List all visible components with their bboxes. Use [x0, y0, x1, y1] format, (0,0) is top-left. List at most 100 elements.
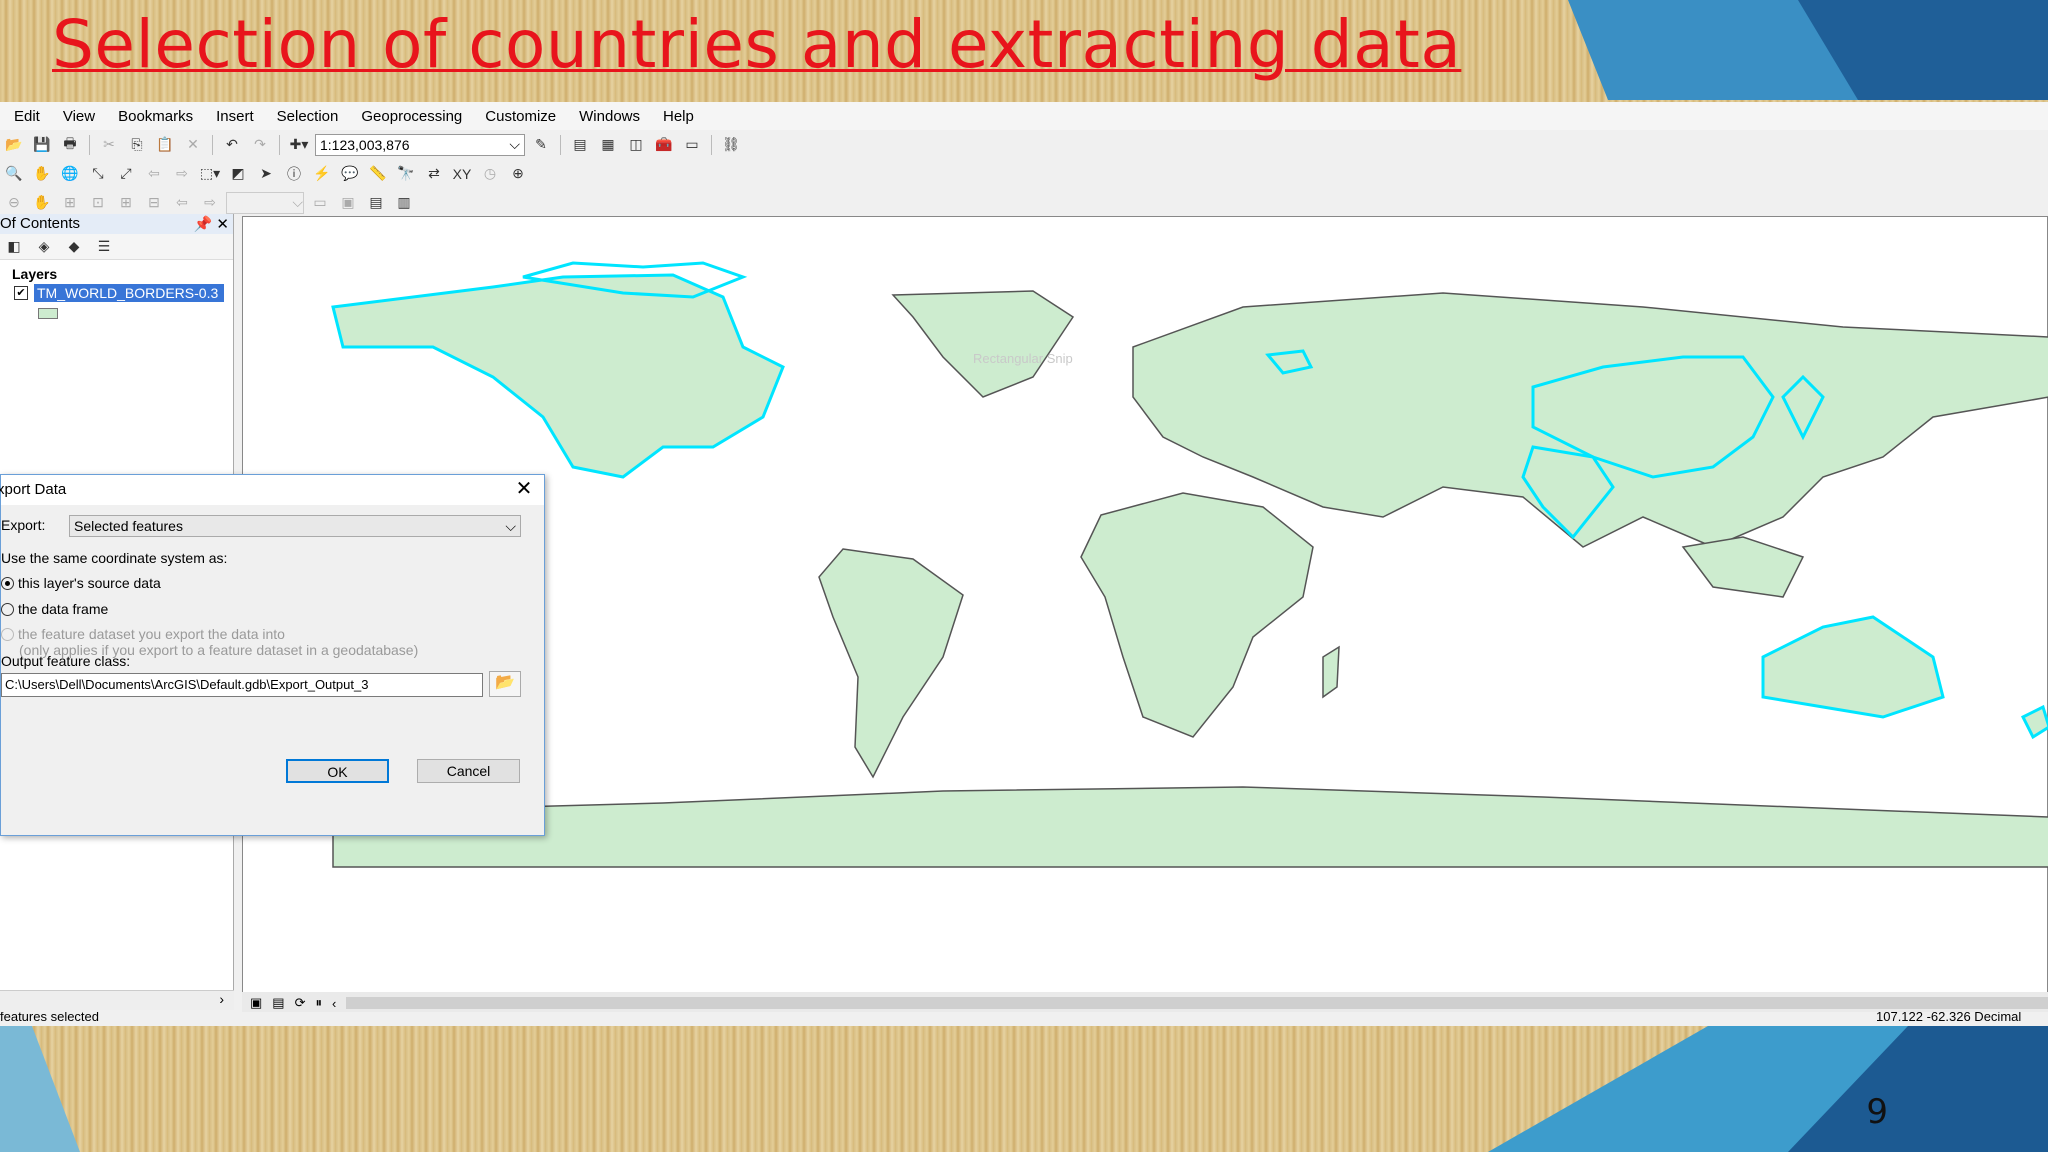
- table-icon[interactable]: ▤: [568, 134, 592, 156]
- catalog-icon[interactable]: ▦: [596, 134, 620, 156]
- status-coordinates: 107.122 -62.326 Decimal Degrees: [1876, 1012, 2022, 1026]
- layout-back-icon[interactable]: ⇦: [170, 192, 194, 214]
- undo-icon[interactable]: ↶: [220, 134, 244, 156]
- radio-source-data[interactable]: this layer's source data: [1, 575, 161, 591]
- menu-customize[interactable]: Customize: [485, 108, 556, 125]
- menu-geoprocessing[interactable]: Geoprocessing: [361, 108, 462, 125]
- menu-edit[interactable]: Edit: [14, 108, 40, 125]
- export-select[interactable]: Selected features ⌵: [69, 515, 521, 537]
- map-scrollbar[interactable]: ▣ ▤ ⟳ ⏸ ‹: [242, 992, 2048, 1014]
- clear-selection-icon[interactable]: ◩: [226, 163, 250, 185]
- pause-drawing-icon[interactable]: ⏸: [316, 995, 323, 1011]
- hyperlink-icon[interactable]: ⚡: [310, 163, 334, 185]
- select-elements-icon[interactable]: ➤: [254, 163, 278, 185]
- page-number: 9: [1866, 1092, 1888, 1132]
- back-icon[interactable]: ⇦: [142, 163, 166, 185]
- python-icon[interactable]: ▭: [680, 134, 704, 156]
- radio-feature-dataset[interactable]: the feature dataset you export the data …: [1, 626, 285, 642]
- go-to-xy-icon[interactable]: XY: [450, 163, 474, 185]
- radio-button[interactable]: [1, 603, 14, 616]
- measure-icon[interactable]: 📏: [366, 163, 390, 185]
- zoom-whole-page-icon[interactable]: ⊞: [58, 192, 82, 214]
- radio-feature-dataset-label: the feature dataset you export the data …: [18, 626, 285, 642]
- find-route-icon[interactable]: ⇄: [422, 163, 446, 185]
- fixed-zoom-in-icon[interactable]: ⤡: [86, 163, 110, 185]
- menu-windows[interactable]: Windows: [579, 108, 640, 125]
- status-selected-count: features selected: [0, 1012, 100, 1024]
- select-features-icon[interactable]: ⬚▾: [198, 163, 222, 185]
- layer-row[interactable]: ✔ TM_WORLD_BORDERS-0.3: [14, 284, 233, 302]
- time-slider-icon[interactable]: ◷: [478, 163, 502, 185]
- delete-icon[interactable]: ✕: [181, 134, 205, 156]
- radio-button[interactable]: [1, 628, 14, 641]
- dialog-titlebar: Export Data ✕: [0, 475, 544, 505]
- layer-symbol-swatch[interactable]: [38, 308, 58, 319]
- cancel-button[interactable]: Cancel: [417, 759, 520, 783]
- layer-checkbox[interactable]: ✔: [14, 286, 28, 300]
- close-icon[interactable]: ✕: [504, 479, 544, 505]
- status-bar: features selected 107.122 -62.326 Decima…: [0, 1012, 2048, 1026]
- radio-data-frame[interactable]: the data frame: [1, 601, 108, 617]
- redo-icon[interactable]: ↷: [248, 134, 272, 156]
- fixed-zoom-out-icon[interactable]: ⤢: [114, 163, 138, 185]
- print-icon[interactable]: 🖶: [58, 134, 82, 156]
- add-data-icon[interactable]: ✚▾: [287, 134, 311, 156]
- map-scale-combo[interactable]: 1:123,003,876 ⌵: [315, 133, 525, 156]
- scroll-left-icon[interactable]: ‹: [332, 996, 336, 1011]
- menu-selection[interactable]: Selection: [277, 108, 339, 125]
- paste-icon[interactable]: 📋: [153, 134, 177, 156]
- modelbuilder-icon[interactable]: ⛓: [719, 134, 743, 156]
- arctoolbox-icon[interactable]: 🧰: [652, 134, 676, 156]
- list-by-visibility-icon[interactable]: ◆: [62, 236, 86, 258]
- list-by-source-icon[interactable]: ◈: [32, 236, 56, 258]
- folder-open-icon[interactable]: 📂: [489, 671, 521, 697]
- zoom-percent-combo[interactable]: ⌵: [226, 191, 304, 214]
- magnifier-icon[interactable]: ⊕: [506, 163, 530, 185]
- radio-button[interactable]: [1, 577, 14, 590]
- antarctica: [332, 786, 2048, 868]
- dialog-title: Export Data: [0, 481, 67, 498]
- save-icon[interactable]: 💾: [30, 134, 54, 156]
- layout-pan-icon[interactable]: ✋: [30, 192, 54, 214]
- open-icon[interactable]: 📂: [2, 134, 26, 156]
- menu-help[interactable]: Help: [663, 108, 694, 125]
- layout-fixed-out-icon[interactable]: ⊟: [142, 192, 166, 214]
- layout-forward-icon[interactable]: ⇨: [198, 192, 222, 214]
- list-by-drawing-order-icon[interactable]: ◧: [2, 236, 26, 258]
- layers-group[interactable]: Layers: [0, 260, 233, 282]
- layer-name[interactable]: TM_WORLD_BORDERS-0.3: [34, 284, 224, 302]
- data-view-icon[interactable]: ▣: [250, 995, 262, 1011]
- output-path-field[interactable]: C:\Users\Dell\Documents\ArcGIS\Default.g…: [1, 673, 483, 697]
- search-window-icon[interactable]: ◫: [624, 134, 648, 156]
- zoom-out-icon[interactable]: 🔍: [2, 163, 26, 185]
- export-selected-value: Selected features: [74, 518, 183, 534]
- focus-frame-icon[interactable]: ▣: [336, 192, 360, 214]
- zoom-100-icon[interactable]: ⊡: [86, 192, 110, 214]
- cut-icon[interactable]: ✂: [97, 134, 121, 156]
- editor-icon[interactable]: ✎: [529, 134, 553, 156]
- slide-title: Selection of countries and extracting da…: [52, 6, 1462, 83]
- html-popup-icon[interactable]: 💬: [338, 163, 362, 185]
- menu-view[interactable]: View: [63, 108, 95, 125]
- pan-icon[interactable]: ✋: [30, 163, 54, 185]
- coord-system-label: Use the same coordinate system as:: [1, 550, 228, 566]
- find-icon[interactable]: 🔭: [394, 163, 418, 185]
- identify-icon[interactable]: ⓘ: [282, 163, 306, 185]
- layout-zoom-icon[interactable]: ⊖: [2, 192, 26, 214]
- menu-insert[interactable]: Insert: [216, 108, 254, 125]
- layout-fixed-in-icon[interactable]: ⊞: [114, 192, 138, 214]
- menu-bookmarks[interactable]: Bookmarks: [118, 108, 193, 125]
- ok-button[interactable]: OK: [286, 759, 389, 783]
- layout-view-icon[interactable]: ▤: [272, 995, 284, 1011]
- full-extent-icon[interactable]: 🌐: [58, 163, 82, 185]
- data-driven-pages-icon[interactable]: ▥: [392, 192, 416, 214]
- pin-icon[interactable]: 📌 ✕: [194, 215, 229, 234]
- scroll-track[interactable]: [346, 997, 2048, 1009]
- copy-icon[interactable]: ⎘: [125, 134, 149, 156]
- toc-scrollbar[interactable]: ›: [0, 990, 234, 1010]
- toggle-draft-icon[interactable]: ▭: [308, 192, 332, 214]
- refresh-icon[interactable]: ⟳: [295, 995, 306, 1011]
- list-by-selection-icon[interactable]: ☰: [92, 236, 116, 258]
- forward-icon[interactable]: ⇨: [170, 163, 194, 185]
- change-layout-icon[interactable]: ▤: [364, 192, 388, 214]
